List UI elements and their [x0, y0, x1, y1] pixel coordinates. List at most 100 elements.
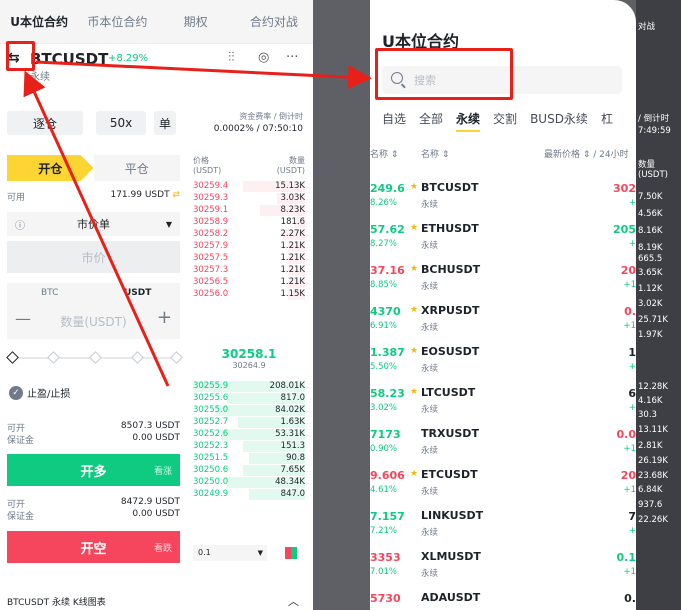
contract-tab-2[interactable]: 期权: [157, 13, 235, 30]
candlestick-icon[interactable]: ⫶⫶: [228, 50, 235, 65]
slider-stop-25[interactable]: [47, 351, 60, 364]
star-icon[interactable]: ★: [410, 387, 418, 397]
star-icon[interactable]: ★: [410, 223, 418, 233]
symbol-row[interactable]: 37.16 8.85% ★ BCHUSDT 永续 20 +1: [370, 258, 636, 299]
calculator-icon[interactable]: ◎: [258, 50, 269, 65]
col-name-header[interactable]: 名称 ⇕: [421, 147, 449, 160]
category-tab-0[interactable]: 自选: [382, 110, 406, 136]
col-change-header[interactable]: 名称 ⇕: [370, 147, 398, 160]
orderbook-row[interactable]: 30250.6 7.65K: [193, 465, 305, 477]
open-position-tab[interactable]: 开仓: [7, 155, 94, 181]
category-tab-2[interactable]: 永续: [456, 110, 481, 132]
chart-bar[interactable]: BTCUSDT 永续 K线图表 ︿: [0, 595, 313, 608]
more-icon[interactable]: ···: [286, 50, 298, 65]
transfer-icon[interactable]: ⇄: [172, 190, 180, 200]
order-book-header: 价格 (USDT) 数量 (USDT): [193, 155, 305, 181]
star-icon[interactable]: ★: [410, 182, 418, 192]
leverage-button[interactable]: 50x: [96, 111, 146, 135]
available-balance: 可用 171.99 USDT ⇄: [7, 190, 180, 203]
tpsl-checkbox[interactable]: ✓ 止盈/止损: [9, 385, 70, 400]
orderbook-row[interactable]: 30252.3 151.3: [193, 441, 305, 453]
symbol-change: +1: [623, 567, 636, 577]
orderbook-row[interactable]: 30252.7 1.63K: [193, 417, 305, 429]
background-app-strip: 对战 / 倒计时 7:49:59 数量 (USDT) 7.50K 4.56K 8.16K 8.1…: [636, 0, 681, 610]
symbol-row[interactable]: 1.387 5.50% ★ EOSUSDT 永续 1 +: [370, 340, 636, 381]
last-price[interactable]: 30258.1: [193, 347, 305, 361]
order-type-select[interactable]: ⓘ 市价单 ▼: [7, 212, 180, 236]
symbol-row[interactable]: 5730 ADAUSDT 0.: [370, 586, 636, 610]
symbol-row[interactable]: 7.157 7.21% LINKUSDT 永续 7 +: [370, 504, 636, 545]
orderbook-row[interactable]: 30250.0 48.34K: [193, 477, 305, 489]
background-text: 665.5: [638, 254, 663, 264]
slider-stop-75[interactable]: [131, 351, 144, 364]
category-tab-5[interactable]: 杠: [601, 110, 613, 136]
orderbook-row[interactable]: 30256.5 1.21K: [193, 277, 305, 289]
orderbook-row[interactable]: 30249.9 847.0: [193, 489, 305, 501]
minus-icon[interactable]: —: [15, 309, 31, 328]
close-position-tab[interactable]: 平仓: [93, 155, 180, 181]
orderbook-price: 30255.9: [193, 381, 229, 391]
symbol-row[interactable]: 4370 6.91% ★ XRPUSDT 永续 0. +1: [370, 299, 636, 340]
symbol-row[interactable]: 58.23 3.02% ★ LTCUSDT 永续 6 +: [370, 381, 636, 422]
unit-btc-tab[interactable]: BTC: [41, 288, 58, 298]
unit-usdt-tab[interactable]: USDT: [124, 288, 151, 298]
symbol-row[interactable]: 9.606 4.61% ★ ETCUSDT 永续 20 +1: [370, 463, 636, 504]
symbol-row[interactable]: 57.62 8.27% ★ ETHUSDT 永续 205 +: [370, 217, 636, 258]
info-label: 保证金: [7, 512, 35, 522]
orderbook-row[interactable]: 30258.9 181.6: [193, 217, 305, 229]
plus-icon[interactable]: +: [157, 307, 172, 328]
symbol-row[interactable]: 3353 7.01% XLMUSDT 永续 0.1 +1: [370, 545, 636, 586]
price-input[interactable]: 市价: [7, 241, 180, 273]
orderbook-row[interactable]: 30259.1 8.23K: [193, 205, 305, 217]
position-mode-button[interactable]: 单: [154, 111, 176, 135]
book-layout-icon[interactable]: [285, 547, 297, 559]
symbol-name[interactable]: BTCUSDT: [30, 50, 108, 68]
quantity-field[interactable]: BTC USDT — 数量(USDT) +: [7, 283, 180, 339]
slider-stop-100[interactable]: [170, 351, 183, 364]
row-left-value: 249.6: [370, 182, 405, 195]
orderbook-row[interactable]: 30257.9 1.21K: [193, 241, 305, 253]
chevron-up-icon[interactable]: ︿: [288, 593, 299, 609]
star-icon[interactable]: ★: [410, 346, 418, 356]
orderbook-row[interactable]: 30259.3 3.03K: [193, 193, 305, 205]
orderbook-row[interactable]: 30251.5 90.8: [193, 453, 305, 465]
open-short-button[interactable]: 开空 看跌: [7, 531, 180, 563]
symbol-row[interactable]: 7173 0.90% TRXUSDT 永续 0.0 +1: [370, 422, 636, 463]
orderbook-row[interactable]: 30259.4 15.13K: [193, 181, 305, 193]
contract-tab-1[interactable]: 币本位合约: [78, 13, 156, 30]
quantity-input[interactable]: 数量(USDT): [37, 313, 150, 330]
category-tab-4[interactable]: BUSD永续: [530, 110, 588, 136]
row-left-value: 58.23: [370, 387, 405, 400]
orderbook-row[interactable]: 30257.3 1.21K: [193, 265, 305, 277]
orderbook-row[interactable]: 30252.6 53.31K: [193, 429, 305, 441]
slider-stop-50[interactable]: [89, 351, 102, 364]
orderbook-row[interactable]: 30255.0 84.02K: [193, 405, 305, 417]
symbol-subtitle: 永续: [421, 364, 439, 374]
orderbook-row[interactable]: 30258.2 2.27K: [193, 229, 305, 241]
margin-mode-button[interactable]: 逐仓: [7, 111, 83, 135]
orderbook-row[interactable]: 30255.6 817.0: [193, 393, 305, 405]
orderbook-row[interactable]: 30255.9 208.01K: [193, 381, 305, 393]
star-icon[interactable]: ★: [410, 305, 418, 315]
symbol-price: 0.: [624, 592, 636, 605]
contract-tab-0[interactable]: U本位合约: [0, 13, 78, 30]
symbol-row[interactable]: 249.6 8.26% ★ BTCUSDT 永续 302 +: [370, 176, 636, 217]
row-left-value: 7173: [370, 428, 401, 441]
category-tab-1[interactable]: 全部: [419, 110, 443, 136]
open-long-button[interactable]: 开多 看涨: [7, 454, 180, 486]
precision-select[interactable]: 0.1 ▼: [193, 545, 267, 561]
symbol-price: 205: [613, 223, 636, 236]
star-icon[interactable]: ★: [410, 469, 418, 479]
category-tab-3[interactable]: 交割: [493, 110, 517, 136]
info-icon[interactable]: ⓘ: [15, 217, 25, 232]
orderbook-price: 30259.4: [193, 181, 229, 191]
contract-tab-3[interactable]: 合约对战: [235, 13, 313, 30]
futures-trading-screen: U本位合约 币本位合约 期权 合约对战 ⇆ BTCUSDT +8.29% 永续 ⫶⫶ …: [0, 0, 313, 610]
orderbook-row[interactable]: 30257.5 1.21K: [193, 253, 305, 265]
star-icon[interactable]: ★: [410, 264, 418, 274]
slider-handle[interactable]: [6, 351, 19, 364]
orderbook-row[interactable]: 30256.0 1.15K: [193, 289, 305, 301]
col-price-header[interactable]: 最新价格 ⇕ / 24小时: [544, 147, 629, 160]
percent-slider[interactable]: [6, 351, 183, 364]
info-value: 8472.9 USDT: [120, 497, 180, 507]
